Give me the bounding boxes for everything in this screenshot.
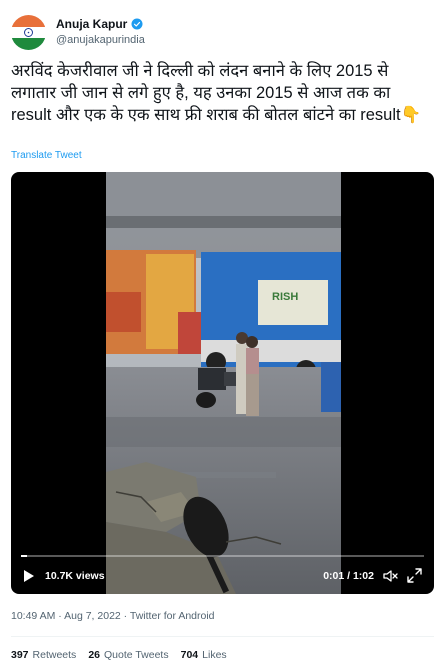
- indian-flag-avatar: [11, 15, 46, 50]
- mute-icon[interactable]: [382, 568, 398, 584]
- truck-logo-text: RISH: [272, 291, 298, 303]
- video-time: 0:01 / 1:02: [323, 570, 374, 582]
- video-progress-fill: [21, 555, 28, 557]
- likes-count: 704: [180, 649, 199, 661]
- tweet-text: अरविंद केजरीवाल जी ने दिल्ली को लंदन बना…: [11, 62, 422, 124]
- author-name-row[interactable]: Anuja Kapur: [56, 17, 143, 31]
- tweet-stats: 397 Retweets 26 Quote Tweets 704 Likes: [11, 649, 227, 661]
- video-views: 10.7K views: [45, 570, 105, 582]
- likes-label: Likes: [202, 649, 227, 661]
- retweets-count: 397: [11, 649, 29, 661]
- video-progress-bar[interactable]: [21, 555, 424, 557]
- fullscreen-icon[interactable]: [407, 568, 422, 583]
- quotes-label: Quote Tweets: [104, 649, 169, 661]
- video-frame: RISH: [106, 172, 341, 594]
- translate-tweet-link[interactable]: Translate Tweet: [11, 150, 82, 161]
- play-icon[interactable]: [23, 569, 35, 583]
- divider: [11, 636, 434, 637]
- author-name[interactable]: Anuja Kapur: [56, 17, 127, 31]
- retweets-stat[interactable]: 397 Retweets: [11, 649, 76, 661]
- likes-stat[interactable]: 704 Likes: [181, 649, 227, 661]
- author-handle[interactable]: @anujakapurindia: [56, 34, 145, 46]
- retweets-label: Retweets: [32, 649, 77, 661]
- video-player[interactable]: RISH 10.7K views 0:01 / 1:02: [11, 172, 434, 594]
- verified-badge-icon: [131, 18, 143, 30]
- tweet-timestamp[interactable]: 10:49 AM · Aug 7, 2022 · Twitter for And…: [11, 610, 215, 622]
- quote-tweets-stat[interactable]: 26 Quote Tweets: [88, 649, 168, 661]
- quotes-count: 26: [88, 649, 100, 661]
- avatar[interactable]: [11, 15, 46, 50]
- video-controls: 10.7K views 0:01 / 1:02: [11, 564, 434, 588]
